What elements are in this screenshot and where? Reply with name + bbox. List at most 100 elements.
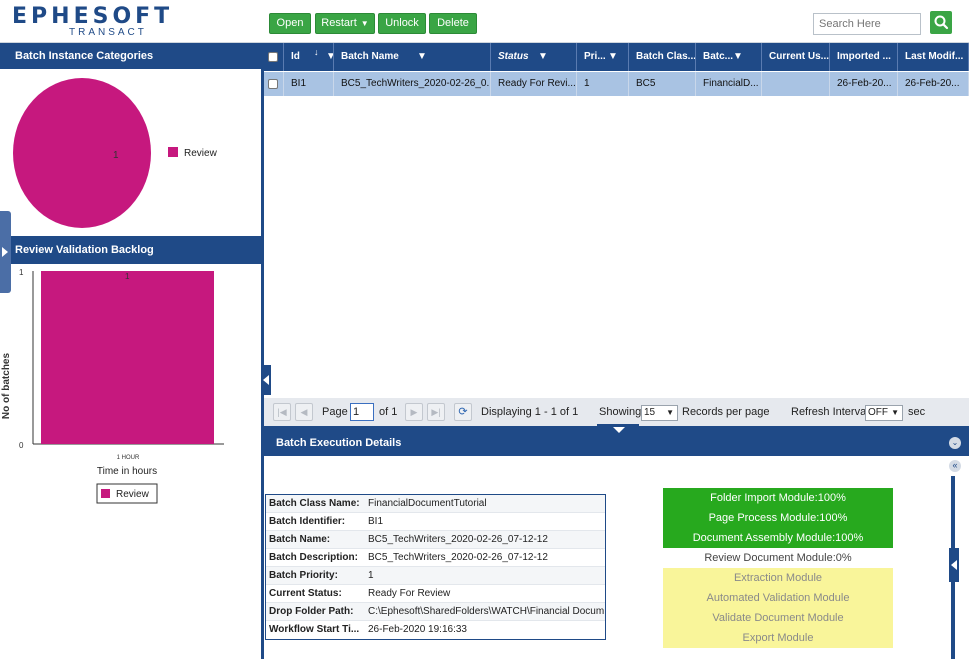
logo-subtitle: TRANSACT <box>69 27 147 38</box>
module-review-document: Review Document Module:0% <box>663 548 893 568</box>
detail-key: Current Status: <box>269 588 342 599</box>
backlog-title: Review Validation Backlog <box>0 236 261 264</box>
detail-value: FinancialDocumentTutorial <box>368 498 487 509</box>
detail-row: Current Status: Ready For Review <box>266 585 605 603</box>
row-select-cell <box>264 72 284 96</box>
y-tick-0: 0 <box>19 441 24 450</box>
legend-swatch <box>168 147 178 157</box>
bar-data-label: 1 <box>125 272 130 281</box>
detail-key: Batch Identifier: <box>269 516 346 527</box>
prev-page-button[interactable]: ◀ <box>295 403 313 421</box>
sec-label: sec <box>908 406 926 418</box>
last-page-button[interactable]: ▶| <box>427 403 445 421</box>
detail-row: Batch Description: BC5_TechWriters_2020-0… <box>266 549 605 567</box>
detail-value: C:\Ephesoft\SharedFolders\WATCH\Financia… <box>368 606 605 617</box>
open-button[interactable]: Open <box>269 13 311 34</box>
page-size-select[interactable]: 15 ▼ <box>641 405 678 421</box>
chevron-left-icon <box>951 560 957 570</box>
detail-value: BC5_TechWriters_2020-02-26_07-12-12 <box>368 552 548 563</box>
detail-key: Drop Folder Path: <box>269 606 354 617</box>
category-pie-chart: 1 Review <box>13 78 218 228</box>
module-extraction: Extraction Module <box>663 568 893 588</box>
unlock-button[interactable]: Unlock <box>378 13 426 34</box>
col-priority-label: Pri... <box>584 51 606 62</box>
select-all-checkbox[interactable] <box>268 52 278 62</box>
col-imported[interactable]: Imported ... <box>831 43 898 71</box>
delete-button[interactable]: Delete <box>429 13 477 34</box>
details-toggle-tab[interactable] <box>597 424 639 436</box>
left-panel-expand-tab[interactable] <box>0 211 11 293</box>
right-edge-tab[interactable] <box>949 548 959 582</box>
next-page-button[interactable]: ▶ <box>405 403 423 421</box>
first-page-button[interactable]: |◀ <box>273 403 291 421</box>
filter-icon[interactable]: ▼ <box>326 43 333 71</box>
cell-imported: 26-Feb-20... <box>831 72 898 96</box>
col-id-label: Id <box>291 51 300 62</box>
cell-priority: 1 <box>578 72 629 96</box>
table-row[interactable]: BI1 BC5_TechWriters_2020-02-26_0... Read… <box>264 72 969 96</box>
col-status[interactable]: Status ▼ <box>492 43 577 71</box>
refresh-interval-value: OFF <box>868 407 888 418</box>
cell-batch-class: BC5 <box>630 72 696 96</box>
detail-value: 1 <box>368 570 374 581</box>
detail-value: 26-Feb-2020 19:16:33 <box>368 624 467 635</box>
search-button[interactable] <box>930 11 952 34</box>
collapse-details-button[interactable]: ⌄ <box>949 437 961 449</box>
module-automated-validation: Automated Validation Module <box>663 588 893 608</box>
page-label: Page <box>322 406 348 418</box>
refresh-button[interactable]: ⟳ <box>454 403 472 421</box>
bar-legend-label: Review <box>116 489 150 500</box>
refresh-interval-select[interactable]: OFF ▼ <box>865 405 903 421</box>
showing-label: Showing <box>599 406 642 418</box>
col-batch-name[interactable]: Batch Name ▼ <box>335 43 491 71</box>
module-export: Export Module <box>663 628 893 648</box>
search-input[interactable] <box>813 13 921 35</box>
module-document-assembly: Document Assembly Module:100% <box>663 528 893 548</box>
detail-row: Batch Priority: 1 <box>266 567 605 585</box>
detail-value: Ready For Review <box>368 588 451 599</box>
cell-last-modified: 26-Feb-20... <box>899 72 969 96</box>
x-axis-label: Time in hours <box>97 466 157 477</box>
col-batch-class-desc[interactable]: Batc... ▼ <box>697 43 762 71</box>
bar-legend-swatch <box>101 489 110 498</box>
detail-row: Drop Folder Path: C:\Ephesoft\SharedFolde… <box>266 603 605 621</box>
sort-arrow-icon: ↓ <box>314 47 319 57</box>
page-of-label: of 1 <box>379 406 398 418</box>
categories-panel: Batch Instance Categories 1 Review <box>0 43 261 236</box>
legend-label: Review <box>184 148 218 159</box>
backlog-panel: Review Validation Backlog No of batches … <box>0 236 261 659</box>
detail-key: Batch Name: <box>269 534 331 545</box>
col-last-modified[interactable]: Last Modif... <box>899 43 969 71</box>
col-current-user[interactable]: Current Us... <box>763 43 830 71</box>
filter-icon[interactable]: ▼ <box>733 43 743 71</box>
restart-button[interactable]: Restart ▼ <box>315 13 375 34</box>
filter-icon[interactable]: ▼ <box>608 43 618 71</box>
chevron-down-icon <box>613 427 625 433</box>
filter-icon[interactable]: ▼ <box>538 43 548 71</box>
cell-batch-class-desc: FinancialD... <box>697 72 762 96</box>
workflow-modules: Folder Import Module:100% Page Process M… <box>663 488 893 648</box>
filter-icon[interactable]: ▼ <box>417 43 427 71</box>
module-validate-document: Validate Document Module <box>663 608 893 628</box>
row-checkbox[interactable] <box>268 79 278 89</box>
col-batch-class-desc-label: Batc... <box>703 51 734 62</box>
col-id[interactable]: Id ↓ ▼ <box>285 43 334 71</box>
grid-pager: |◀ ◀ Page 1 of 1 ▶ ▶| ⟳ Displaying 1 - 1… <box>264 398 969 426</box>
page-number-input[interactable]: 1 <box>350 403 374 421</box>
refresh-icon: ⟳ <box>458 406 468 418</box>
col-status-label: Status <box>498 51 529 62</box>
chevron-down-icon: ▼ <box>360 19 369 28</box>
col-priority[interactable]: Pri... ▼ <box>578 43 629 71</box>
col-batch-class[interactable]: Batch Clas... <box>630 43 696 71</box>
col-batch-name-label: Batch Name <box>341 51 399 62</box>
splitter-collapse-button[interactable] <box>261 365 271 395</box>
side-collapse-button[interactable]: « <box>949 460 961 472</box>
detail-value: BC5_TechWriters_2020-02-26_07-12-12 <box>368 534 548 545</box>
pie-slice-review <box>13 78 151 228</box>
detail-value: BI1 <box>368 516 384 527</box>
ephesoft-logo: EPHESOFT <box>12 4 174 29</box>
detail-row: Workflow Start Ti... 26-Feb-2020 19:16:33 <box>266 621 605 639</box>
chevron-down-icon: ▼ <box>666 408 674 417</box>
col-imported-label: Imported ... <box>837 51 891 62</box>
col-current-user-label: Current Us... <box>769 51 830 62</box>
